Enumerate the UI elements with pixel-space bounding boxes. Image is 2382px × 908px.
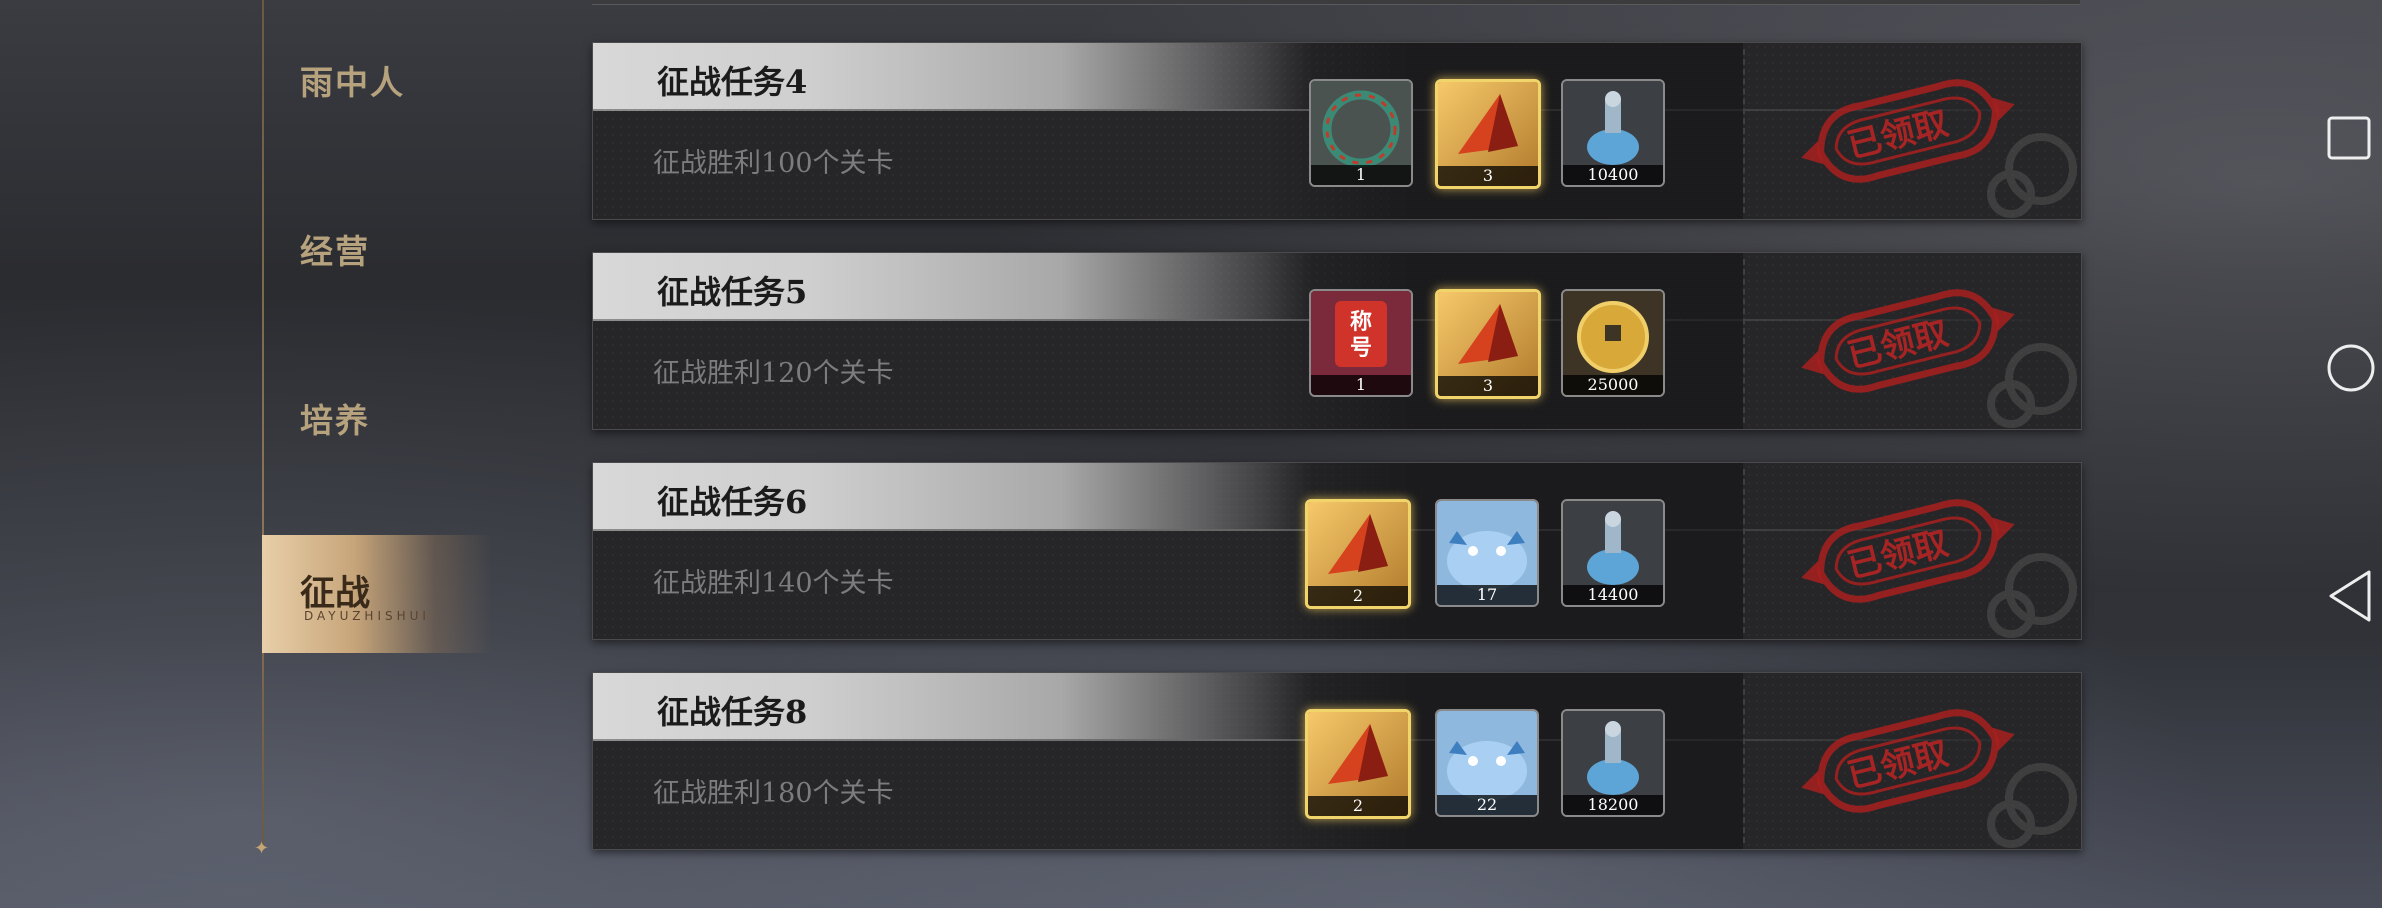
reward-count: 22: [1437, 795, 1537, 815]
back-icon[interactable]: [2325, 568, 2377, 628]
svg-text:称: 称: [1350, 309, 1372, 335]
sidebar-line: [262, 0, 264, 850]
reward-count: 1: [1311, 165, 1411, 185]
home-icon[interactable]: [2325, 342, 2377, 398]
claimed-stamp: 已领取: [1788, 61, 2028, 201]
reward-item[interactable]: 1: [1309, 79, 1413, 187]
claimed-stamp: 已领取: [1788, 271, 2028, 411]
task-title: 征战任务4: [657, 63, 808, 101]
reward-count: 1: [1311, 375, 1411, 395]
reward-count: 10400: [1563, 165, 1663, 185]
reward-item[interactable]: 18200: [1561, 709, 1665, 817]
sidebar-item-zhengzhan[interactable]: 征战 DAYUZHISHUI: [262, 535, 492, 653]
reward-count: 2: [1308, 586, 1408, 606]
reward-count: 3: [1438, 166, 1538, 186]
sidebar-item-jingying[interactable]: 经营: [300, 225, 370, 273]
task-row: 征战任务8 征战胜利180个关卡 2 22 18200 已领取: [592, 672, 2082, 850]
task-description: 征战胜利180个关卡: [653, 778, 894, 809]
reward-item[interactable]: 17: [1435, 499, 1539, 607]
reward-item[interactable]: 2: [1305, 499, 1411, 609]
reward-count: 14400: [1563, 585, 1663, 605]
task-row: 征战任务6 征战胜利140个关卡 2 17 14400 已领取: [592, 462, 2082, 640]
task-description: 征战胜利120个关卡: [653, 358, 894, 389]
task-title: 征战任务6: [657, 483, 808, 521]
reward-item[interactable]: 3: [1435, 79, 1541, 189]
reward-count: 3: [1438, 376, 1538, 396]
reward-item[interactable]: 14400: [1561, 499, 1665, 607]
task-title: 征战任务8: [657, 693, 808, 731]
task-separator: [1743, 49, 1745, 213]
task-separator: [1743, 469, 1745, 633]
claimed-stamp: 已领取: [1788, 691, 2028, 831]
reward-item[interactable]: 25000: [1561, 289, 1665, 397]
reward-item[interactable]: 22: [1435, 709, 1539, 817]
previous-task-edge: [592, 0, 2080, 5]
sidebar-item-peiyang[interactable]: 培养: [300, 394, 370, 442]
task-row: 征战任务4 征战胜利100个关卡 1 3 10400 已领取: [592, 42, 2082, 220]
task-separator: [1743, 259, 1745, 423]
task-row: 征战任务5 征战胜利120个关卡 称号 1 3 25000 已领取: [592, 252, 2082, 430]
reward-count: 17: [1437, 585, 1537, 605]
task-description: 征战胜利140个关卡: [653, 568, 894, 599]
task-separator: [1743, 679, 1745, 843]
reward-count: 18200: [1563, 795, 1663, 815]
reward-count: 2: [1308, 796, 1408, 816]
reward-count: 25000: [1563, 375, 1663, 395]
task-description: 征战胜利100个关卡: [653, 148, 894, 179]
reward-item[interactable]: 10400: [1561, 79, 1665, 187]
claimed-stamp: 已领取: [1788, 481, 2028, 621]
task-title: 征战任务5: [657, 273, 808, 311]
reward-item[interactable]: 3: [1435, 289, 1541, 399]
reward-item[interactable]: 称号 1: [1309, 289, 1413, 397]
sidebar-item-sublabel: DAYUZHISHUI: [304, 609, 430, 623]
svg-text:号: 号: [1350, 335, 1372, 361]
sidebar-item-yuzhongren[interactable]: 雨中人: [300, 56, 405, 104]
recent-apps-icon[interactable]: [2325, 114, 2373, 166]
sidebar-star-icon: ✦: [254, 838, 270, 859]
reward-item[interactable]: 2: [1305, 709, 1411, 819]
